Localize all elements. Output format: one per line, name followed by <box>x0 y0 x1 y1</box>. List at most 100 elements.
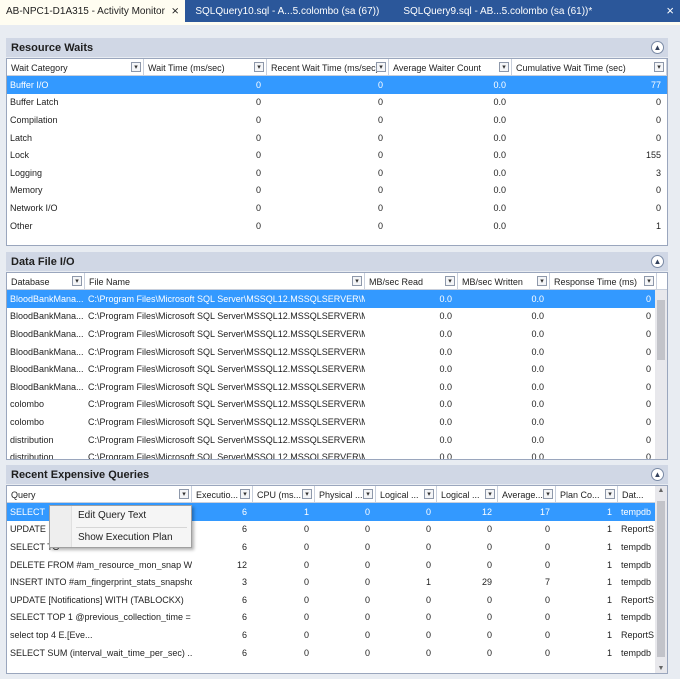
filter-dropdown-icon[interactable]: ▾ <box>254 62 264 72</box>
collapse-icon[interactable]: ▲ <box>651 255 664 268</box>
table-cell: 1 <box>606 577 612 588</box>
table-row[interactable]: Buffer I/O 0 0 0.0 77 <box>7 76 667 94</box>
table-row[interactable]: BloodBankMana... C:\Program Files\Microso… <box>7 325 667 343</box>
column-header[interactable]: File Name ▾ <box>85 273 365 290</box>
table-cell: 0 <box>645 364 651 375</box>
data-file-io-grid: Database ▾ File Name ▾ MB/sec Read ▾ MB/sec… <box>6 272 668 460</box>
grid-header: Database ▾ File Name ▾ MB/sec Read ▾ MB/sec… <box>7 273 667 290</box>
menu-separator <box>76 527 187 528</box>
close-all-icon[interactable]: × <box>666 3 674 18</box>
column-header[interactable]: CPU (ms... ▾ <box>253 486 315 503</box>
column-header[interactable]: Cumulative Wait Time (sec) ▾ <box>512 59 667 76</box>
table-cell: tempdb <box>621 559 652 570</box>
close-icon[interactable]: ⨯ <box>171 6 179 17</box>
table-cell: 0 <box>645 434 651 445</box>
table-cell: SELECT SUM (interval_wait_time_per_sec) … <box>10 647 192 658</box>
expensive-queries-header[interactable]: Recent Expensive Queries ▲ <box>6 465 668 484</box>
table-row[interactable]: Lock 0 0 0.0 155 <box>7 146 667 164</box>
table-row[interactable]: UPDATE [Notifications] WITH (TABLOCKX) 6 0… <box>7 591 667 609</box>
filter-dropdown-icon[interactable]: ▾ <box>445 276 455 286</box>
scroll-up-icon[interactable]: ▲ <box>655 487 667 494</box>
table-row[interactable]: Network I/O 0 0 0.0 0 <box>7 199 667 217</box>
filter-dropdown-icon[interactable]: ▾ <box>537 276 547 286</box>
scrollbar-thumb[interactable] <box>657 501 665 657</box>
vertical-scrollbar[interactable] <box>655 290 667 459</box>
column-header[interactable]: Executio... ▾ <box>192 486 253 503</box>
table-cell: 0.0 <box>439 434 452 445</box>
filter-dropdown-icon[interactable]: ▾ <box>543 489 553 499</box>
table-row[interactable]: Other 0 0 0.0 1 <box>7 217 667 235</box>
table-row[interactable]: Buffer Latch 0 0 0.0 0 <box>7 94 667 112</box>
menu-item-edit-query-text[interactable]: Edit Query Text <box>78 510 146 521</box>
filter-dropdown-icon[interactable]: ▾ <box>424 489 434 499</box>
column-header[interactable]: MB/sec Read ▾ <box>365 273 458 290</box>
filter-dropdown-icon[interactable]: ▾ <box>363 489 373 499</box>
tab-sqlquery9[interactable]: SQLQuery9.sql - AB...5.colombo (sa (61))… <box>397 0 598 22</box>
collapse-icon[interactable]: ▲ <box>651 41 664 54</box>
table-row[interactable]: SELECT SUM (interval_wait_time_per_sec) … <box>7 644 667 662</box>
vertical-scrollbar[interactable]: ▲ ▼ <box>655 486 667 673</box>
column-header[interactable]: Average... ▾ <box>498 486 556 503</box>
data-file-io-header[interactable]: Data File I/O ▲ <box>6 252 668 271</box>
filter-dropdown-icon[interactable]: ▾ <box>485 489 495 499</box>
column-header[interactable]: Average Waiter Count ▾ <box>389 59 512 76</box>
table-cell: 6 <box>241 594 247 605</box>
table-row[interactable]: select top 4 E.[Eve... 6 0 0 0 0 0 1 ReportS <box>7 626 667 644</box>
tab-label: SQLQuery10.sql - A...5.colombo (sa (67)) <box>195 5 380 17</box>
table-row[interactable]: Memory 0 0 0.0 0 <box>7 182 667 200</box>
column-header[interactable]: Recent Wait Time (ms/sec) ▾ <box>267 59 389 76</box>
column-header[interactable]: Wait Category ▾ <box>7 59 144 76</box>
table-cell: Lock <box>10 150 30 161</box>
filter-dropdown-icon[interactable]: ▾ <box>72 276 82 286</box>
table-cell: 0 <box>377 114 383 125</box>
column-header[interactable]: MB/sec Written ▾ <box>458 273 550 290</box>
table-cell: 0.0 <box>531 346 544 357</box>
column-header[interactable]: Database ▾ <box>7 273 85 290</box>
table-row[interactable]: colombo C:\Program Files\Microsoft SQL Se… <box>7 413 667 431</box>
column-header[interactable]: Logical ... ▾ <box>376 486 437 503</box>
menu-item-show-execution-plan[interactable]: Show Execution Plan <box>78 532 173 543</box>
panel-title: Resource Waits <box>11 41 94 54</box>
table-cell: 0 <box>377 132 383 143</box>
table-row[interactable]: DELETE FROM #am_resource_mon_snap WH... 1… <box>7 556 667 574</box>
column-header[interactable]: Physical ... ▾ <box>315 486 376 503</box>
filter-dropdown-icon[interactable]: ▾ <box>131 62 141 72</box>
column-header[interactable]: Logical ... ▾ <box>437 486 498 503</box>
table-row[interactable]: BloodBankMana... C:\Program Files\Microso… <box>7 360 667 378</box>
filter-dropdown-icon[interactable]: ▾ <box>352 276 362 286</box>
filter-dropdown-icon[interactable]: ▾ <box>605 489 615 499</box>
table-row[interactable]: distribution C:\Program Files\Microsoft S… <box>7 448 667 459</box>
column-header[interactable]: Dat... <box>618 486 658 503</box>
filter-dropdown-icon[interactable]: ▾ <box>376 62 386 72</box>
table-row[interactable]: Compilation 0 0 0.0 0 <box>7 111 667 129</box>
table-row[interactable]: BloodBankMana... C:\Program Files\Microso… <box>7 290 667 308</box>
table-row[interactable]: BloodBankMana... C:\Program Files\Microso… <box>7 378 667 396</box>
table-row[interactable]: Logging 0 0 0.0 3 <box>7 164 667 182</box>
column-header[interactable]: Wait Time (ms/sec) ▾ <box>144 59 267 76</box>
column-header[interactable]: Plan Co... ▾ <box>556 486 618 503</box>
resource-waits-header[interactable]: Resource Waits ▲ <box>6 38 668 57</box>
column-header[interactable]: Response Time (ms) ▾ <box>550 273 657 290</box>
table-row[interactable]: INSERT INTO #am_fingerprint_stats_snapsh… <box>7 573 667 591</box>
filter-dropdown-icon[interactable]: ▾ <box>499 62 509 72</box>
filter-dropdown-icon[interactable]: ▾ <box>644 276 654 286</box>
scrollbar-thumb[interactable] <box>657 300 665 360</box>
tab-sqlquery10[interactable]: SQLQuery10.sql - A...5.colombo (sa (67)) <box>189 0 385 22</box>
table-row[interactable]: colombo C:\Program Files\Microsoft SQL Se… <box>7 396 667 414</box>
collapse-icon[interactable]: ▲ <box>651 468 664 481</box>
table-row[interactable]: BloodBankMana... C:\Program Files\Microso… <box>7 343 667 361</box>
filter-dropdown-icon[interactable]: ▾ <box>179 489 189 499</box>
table-row[interactable]: distribution C:\Program Files\Microsoft S… <box>7 431 667 449</box>
scroll-down-icon[interactable]: ▼ <box>655 665 667 672</box>
table-row[interactable]: SELECT TOP 1 @previous_collection_time =… <box>7 609 667 627</box>
table-cell: 0 <box>255 150 261 161</box>
table-cell: 0.0 <box>493 114 506 125</box>
column-header[interactable]: Query ▾ <box>7 486 192 503</box>
table-row[interactable]: BloodBankMana... C:\Program Files\Microso… <box>7 308 667 326</box>
table-cell: 0 <box>255 97 261 108</box>
tab-activity-monitor[interactable]: AB-NPC1-D1A315 - Activity Monitor ⨯ <box>0 0 186 22</box>
filter-dropdown-icon[interactable]: ▾ <box>240 489 250 499</box>
filter-dropdown-icon[interactable]: ▾ <box>302 489 312 499</box>
table-row[interactable]: Latch 0 0 0.0 0 <box>7 129 667 147</box>
filter-dropdown-icon[interactable]: ▾ <box>654 62 664 72</box>
